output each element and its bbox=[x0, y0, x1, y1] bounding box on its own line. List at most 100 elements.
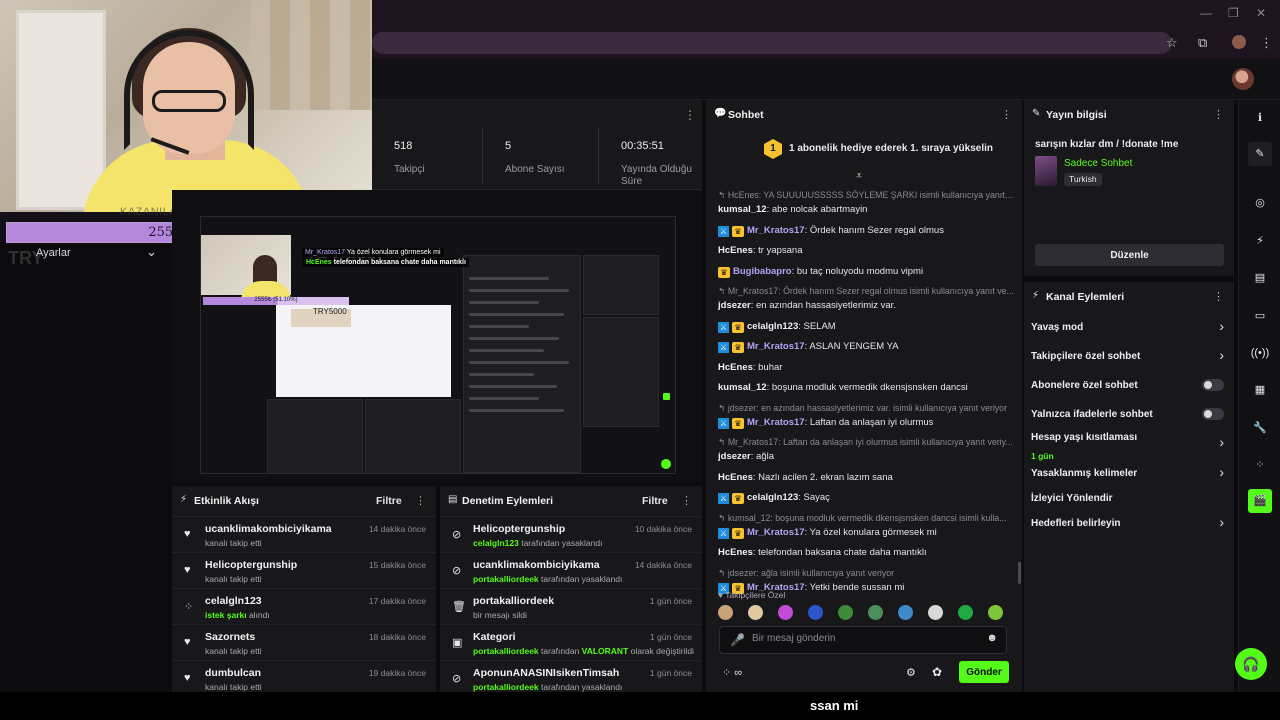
pencil-icon[interactable]: ✎ bbox=[1248, 142, 1272, 166]
edit-button[interactable]: Düzenle bbox=[1035, 244, 1224, 266]
list-item[interactable]: ♥ dumbulcan kanalı takip etti 19 dakika ön… bbox=[172, 660, 436, 696]
document-icon[interactable]: ▤ bbox=[1248, 266, 1272, 290]
chat-message[interactable]: HcEnes: buhar bbox=[718, 362, 1014, 373]
chat-message[interactable]: ⚔ ♛ celalgln123: Sayaç bbox=[718, 492, 1014, 504]
panel-menu-icon[interactable]: ⋮ bbox=[1213, 108, 1224, 121]
emote-icon[interactable] bbox=[898, 605, 913, 620]
emote-icon[interactable] bbox=[838, 605, 853, 620]
avatar[interactable] bbox=[1232, 68, 1254, 90]
close-icon[interactable]: ✕ bbox=[1256, 6, 1266, 20]
chat-username[interactable]: HcEnes bbox=[718, 362, 753, 373]
emote-icon[interactable] bbox=[868, 605, 883, 620]
chat-username[interactable]: celalgln123 bbox=[747, 321, 798, 332]
list-item[interactable]: ⊘ ucanklimakombiciyikama portakalliordeek … bbox=[440, 552, 702, 588]
emote-icon[interactable] bbox=[718, 605, 733, 620]
channel-action-item[interactable]: Hesap yaşı kısıtlaması 1 gün › bbox=[1024, 430, 1234, 461]
support-button[interactable]: 🎧 bbox=[1235, 648, 1267, 680]
chat-input[interactable] bbox=[752, 633, 982, 644]
panel-menu-icon[interactable]: ⋮ bbox=[415, 494, 426, 507]
chat-message[interactable]: jdsezer: ağla bbox=[718, 451, 1014, 462]
panel-menu-icon[interactable]: ⋮ bbox=[1001, 108, 1012, 121]
bot-icon[interactable]: ✿ bbox=[932, 665, 942, 679]
filter-button[interactable]: Filtre bbox=[642, 495, 668, 507]
list-item[interactable]: ♥ ucanklimakombiciyikama kanalı takip etti… bbox=[172, 516, 436, 552]
lightning-icon[interactable]: ⚡ bbox=[1248, 229, 1272, 253]
chat-message[interactable]: HcEnes: telefondan baksana chate daha ma… bbox=[718, 547, 1014, 558]
chat-message[interactable]: jdsezer: en azından hassasiyetlerimiz va… bbox=[718, 300, 1014, 311]
microphone-icon[interactable]: 🎤 bbox=[730, 633, 745, 647]
list-item[interactable]: ⊘ AponunANASINIsikenTimsah portakalliordee… bbox=[440, 660, 702, 696]
chat-username[interactable]: Bugibabapro bbox=[733, 266, 792, 277]
stats-menu-icon[interactable]: ⋮ bbox=[684, 108, 696, 122]
profile-icon[interactable] bbox=[1232, 35, 1246, 49]
chat-username[interactable]: HcEnes bbox=[718, 472, 753, 483]
extensions-icon[interactable]: ⧉ bbox=[1198, 35, 1207, 51]
emote-icon[interactable] bbox=[928, 605, 943, 620]
broadcast-icon[interactable]: ((•)) bbox=[1248, 341, 1272, 365]
chat-scrollbar[interactable] bbox=[1018, 562, 1021, 584]
emote-icon[interactable] bbox=[808, 605, 823, 620]
chat-username[interactable]: jdsezer bbox=[718, 300, 751, 311]
address-bar[interactable] bbox=[372, 32, 1172, 54]
sidebar-item-settings[interactable]: Ayarlar ⌄ bbox=[0, 242, 170, 264]
chat-username[interactable]: Mr_Kratos17 bbox=[747, 225, 805, 236]
emote-icon[interactable] bbox=[988, 605, 1003, 620]
channel-action-item[interactable]: İzleyici Yönlendir bbox=[1024, 485, 1234, 511]
browser-menu-icon[interactable]: ⋮ bbox=[1260, 35, 1273, 51]
toggle-switch[interactable] bbox=[1202, 408, 1224, 420]
chat-username[interactable]: celalgln123 bbox=[747, 492, 798, 503]
restore-icon[interactable]: ❐ bbox=[1228, 6, 1239, 20]
wrench-icon[interactable]: 🔧 bbox=[1248, 416, 1272, 440]
chat-bubble-icon[interactable]: ▭ bbox=[1248, 304, 1272, 328]
chat-username[interactable]: jdsezer bbox=[718, 451, 751, 462]
chat-username[interactable]: kumsal_12 bbox=[718, 204, 767, 215]
toggle-switch[interactable] bbox=[1202, 379, 1224, 391]
list-item[interactable]: ♥ Sazornets kanalı takip etti 18 dakika ön… bbox=[172, 624, 436, 660]
chat-message[interactable]: ⚔ ♛ celalgln123: SELAM bbox=[718, 321, 1014, 333]
emote-icon[interactable] bbox=[778, 605, 793, 620]
emote-icon[interactable] bbox=[958, 605, 973, 620]
chat-message[interactable]: ⚔ ♛ Mr_Kratos17: Ördek hanım Sezer regal o… bbox=[718, 225, 1014, 237]
list-item[interactable]: ▣ Kategori portakalliordeek tarafından VAL… bbox=[440, 624, 702, 660]
minimize-icon[interactable]: — bbox=[1200, 6, 1212, 20]
layout-icon[interactable]: ▦ bbox=[1248, 378, 1272, 402]
panel-menu-icon[interactable]: ⋮ bbox=[1213, 290, 1224, 303]
channel-action-item[interactable]: Abonelere özel sohbet bbox=[1024, 372, 1234, 398]
chat-username[interactable]: Mr_Kratos17 bbox=[747, 527, 805, 538]
chat-message[interactable]: ⚔ ♛ Mr_Kratos17: ASLAN YENGEM YA bbox=[718, 341, 1014, 353]
list-item[interactable]: ⊘ Helicoptergunship celalgln123 tarafından… bbox=[440, 516, 702, 552]
chat-username[interactable]: HcEnes bbox=[718, 547, 753, 558]
stream-category[interactable]: Sadece Sohbet bbox=[1064, 158, 1132, 169]
list-item[interactable]: ⁘ celalgln123 istek şarkı alındı 17 dakika… bbox=[172, 588, 436, 624]
chat-message[interactable]: kumsal_12: abe nolcak abartmayin bbox=[718, 204, 1014, 215]
channel-action-item[interactable]: Hedefleri belirleyin › bbox=[1024, 510, 1234, 536]
chat-username[interactable]: HcEnes bbox=[718, 245, 753, 256]
panel-menu-icon[interactable]: ⋮ bbox=[681, 494, 692, 507]
chat-username[interactable]: kumsal_12 bbox=[718, 382, 767, 393]
expand-pinned-icon[interactable]: ⩡ bbox=[856, 170, 862, 183]
bookmark-star-icon[interactable]: ☆ bbox=[1166, 35, 1178, 51]
pinned-message[interactable]: 1 1 abonelik hediye ederek 1. sıraya yük… bbox=[706, 130, 1022, 168]
gear-icon[interactable]: ⚙ bbox=[906, 666, 916, 679]
emote-picker-icon[interactable]: ⁘ ∞ bbox=[722, 666, 742, 679]
dots-icon[interactable]: ⁘ bbox=[1248, 453, 1272, 477]
chat-message[interactable]: ♛ Bugibabapro: bu taç noluyodu modmu vipm… bbox=[718, 266, 1014, 278]
filter-button[interactable]: Filtre bbox=[376, 495, 402, 507]
chat-message[interactable]: HcEnes: tr yapsana bbox=[718, 245, 1014, 256]
chat-message[interactable]: ⚔ ♛ Mr_Kratos17: Laftan da anlaşan iyi olu… bbox=[718, 417, 1014, 429]
channel-action-item[interactable]: Takipçilere özel sohbet › bbox=[1024, 343, 1234, 369]
channel-action-item[interactable]: Yavaş mod › bbox=[1024, 314, 1234, 340]
focus-icon[interactable]: ◎ bbox=[1248, 191, 1272, 215]
channel-action-item[interactable]: Yasaklanmış kelimeler › bbox=[1024, 460, 1234, 486]
list-item[interactable]: ♥ Helicoptergunship kanalı takip etti 15 d… bbox=[172, 552, 436, 588]
chat-message[interactable]: ⚔ ♛ Mr_Kratos17: Ya özel konulara görmesek… bbox=[718, 527, 1014, 539]
list-item[interactable]: 🗑 portakalliordeek bir mesajı sildi 1 gün … bbox=[440, 588, 702, 624]
chat-message[interactable]: HcEnes: Nazlı acilen 2. ekran lazım sana bbox=[718, 472, 1014, 483]
emoji-icon[interactable]: ☻ bbox=[986, 632, 998, 644]
clapperboard-icon[interactable]: 🎬 bbox=[1248, 489, 1272, 513]
channel-action-item[interactable]: Yalnızca ifadelerle sohbet bbox=[1024, 401, 1234, 427]
chat-message[interactable]: kumsal_12: boşuna modluk vermedik dkensj… bbox=[718, 382, 1014, 393]
info-icon[interactable]: ℹ bbox=[1248, 106, 1272, 130]
chat-username[interactable]: Mr_Kratos17 bbox=[747, 417, 805, 428]
emote-icon[interactable] bbox=[748, 605, 763, 620]
